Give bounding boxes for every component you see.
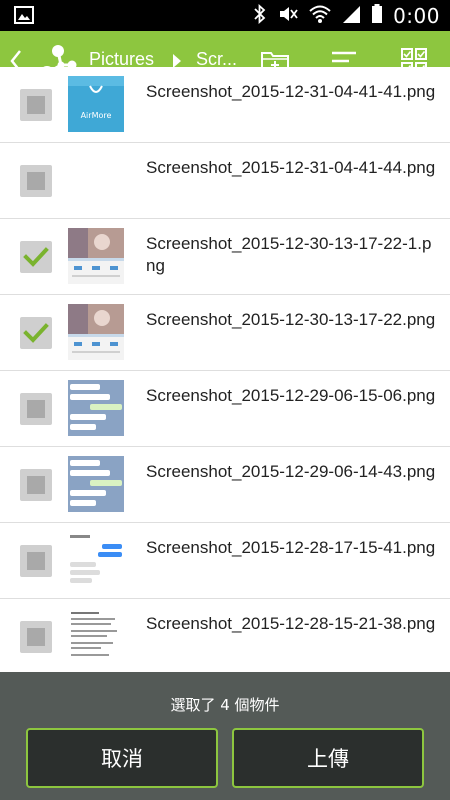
file-thumbnail <box>68 532 124 588</box>
thumbnail-caption: AirMore <box>81 111 112 120</box>
gallery-notification-icon <box>14 6 34 24</box>
bluetooth-icon <box>253 3 267 28</box>
file-name: Screenshot_2015-12-30-13-17-22.png <box>146 310 436 329</box>
file-checkbox[interactable] <box>20 393 52 425</box>
file-name: Screenshot_2015-12-31-04-41-41.png <box>146 82 436 101</box>
signal-icon <box>341 4 361 28</box>
file-row[interactable]: AirMore Screenshot_2015-12-31-04-41-41.pn… <box>0 67 450 143</box>
file-checkbox[interactable] <box>20 469 52 501</box>
file-name: Screenshot_2015-12-29-06-14-43.png <box>146 462 436 481</box>
file-name: Screenshot_2015-12-28-17-15-41.png <box>146 538 436 557</box>
file-row[interactable]: Screenshot_2015-12-31-04-41-44.png <box>0 143 450 219</box>
file-row[interactable]: Screenshot_2015-12-29-06-14-43.png <box>0 447 450 523</box>
battery-icon <box>371 3 383 28</box>
upload-button[interactable]: 上傳 <box>232 728 424 788</box>
file-checkbox[interactable] <box>20 89 52 121</box>
mute-icon <box>277 4 299 28</box>
file-row[interactable]: Screenshot_2015-12-28-17-15-41.png <box>0 523 450 599</box>
status-bar: 0:00 <box>0 0 450 31</box>
file-checkbox[interactable] <box>20 621 52 653</box>
file-thumbnail <box>68 456 124 512</box>
file-thumbnail <box>68 304 124 360</box>
file-name: Screenshot_2015-12-28-15-21-38.png <box>146 614 436 633</box>
file-list: AirMore Screenshot_2015-12-31-04-41-41.pn… <box>0 67 450 675</box>
file-row[interactable]: Screenshot_2015-12-30-13-17-22-1.png <box>0 219 450 295</box>
file-thumbnail <box>68 152 124 208</box>
file-row[interactable]: Screenshot_2015-12-29-06-15-06.png <box>0 371 450 447</box>
file-checkbox[interactable] <box>20 165 52 197</box>
file-row[interactable]: Screenshot_2015-12-30-13-17-22.png <box>0 295 450 371</box>
checkmark-icon <box>23 323 49 343</box>
clock: 0:00 <box>393 3 440 28</box>
selection-bar: 選取了 4 個物件 取消 上傳 <box>0 672 450 800</box>
file-checkbox[interactable] <box>20 317 52 349</box>
cancel-button[interactable]: 取消 <box>26 728 218 788</box>
file-thumbnail <box>68 380 124 436</box>
file-row[interactable]: Screenshot_2015-12-28-15-21-38.png <box>0 599 450 675</box>
wifi-icon <box>309 4 331 28</box>
file-name: Screenshot_2015-12-30-13-17-22-1.png <box>146 234 432 275</box>
file-checkbox[interactable] <box>20 545 52 577</box>
file-checkbox[interactable] <box>20 241 52 273</box>
selection-count: 選取了 4 個物件 <box>170 696 280 714</box>
file-thumbnail <box>68 608 124 664</box>
file-name: Screenshot_2015-12-31-04-41-44.png <box>146 158 436 177</box>
file-name: Screenshot_2015-12-29-06-15-06.png <box>146 386 436 405</box>
checkmark-icon <box>23 247 49 267</box>
file-thumbnail <box>68 228 124 284</box>
file-thumbnail: AirMore <box>68 76 124 132</box>
